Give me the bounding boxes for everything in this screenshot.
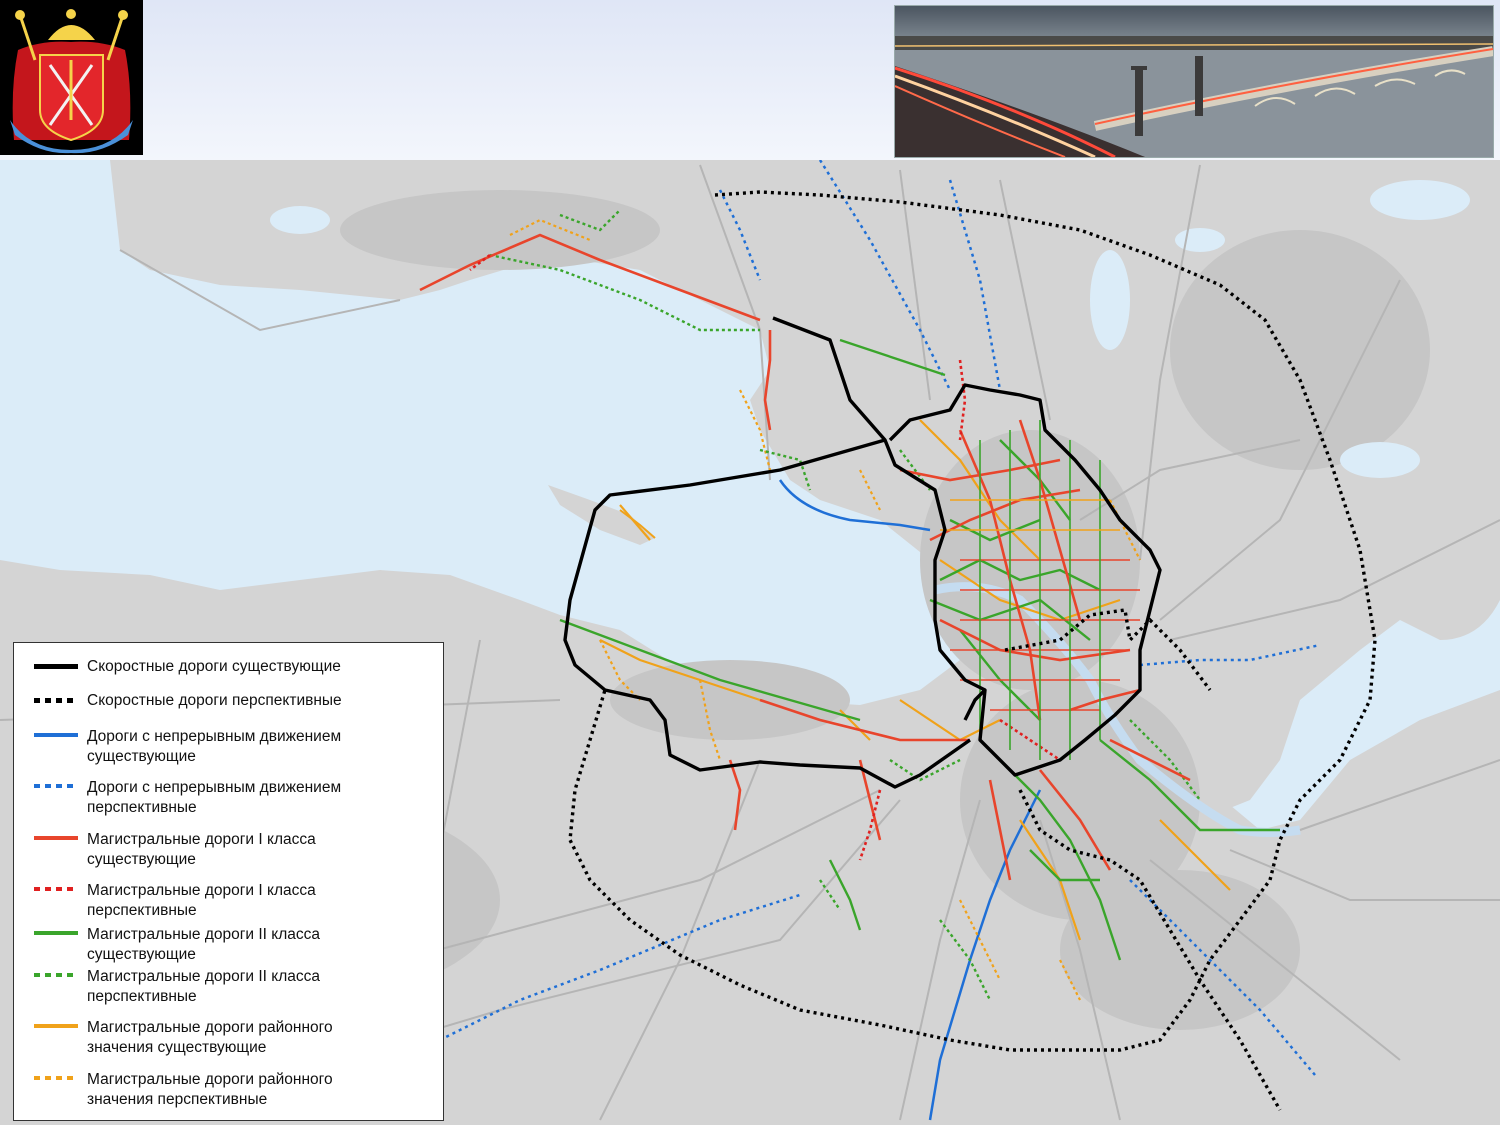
legend-label: Магистральные дороги I класса существующ…: [87, 831, 316, 868]
legend-swatch: [34, 733, 78, 737]
legend-label: Магистральные дороги II класса перспекти…: [87, 968, 321, 1005]
legend-label: Магистральные дороги II класса существую…: [87, 926, 321, 963]
legend-label: Дороги с непрерывным движением существую…: [87, 728, 342, 765]
map-legend: Скоростные дороги существующие Скоростные…: [13, 642, 444, 1121]
legend-label: Дороги с непрерывным движением перспекти…: [87, 779, 342, 816]
bridge-photo: [894, 5, 1494, 158]
legend-swatch: [34, 973, 78, 977]
legend-swatch: [34, 1076, 78, 1080]
legend-label: Магистральные дороги I класса перспектив…: [87, 882, 316, 919]
legend-label: Скоростные дороги перспективные: [87, 692, 342, 709]
legend-swatch: [34, 887, 78, 891]
legend-label: Магистральные дороги районного значения …: [87, 1019, 333, 1056]
coat-of-arms-logo: [0, 0, 143, 155]
legend-swatch: [34, 836, 78, 840]
legend-swatch: [34, 784, 78, 788]
legend-swatch: [34, 1024, 78, 1028]
header-banner: [0, 0, 1500, 160]
legend-swatch: [34, 664, 78, 669]
legend-label: Магистральные дороги районного значения …: [87, 1071, 333, 1108]
legend-swatch: [34, 698, 78, 703]
legend-label: Скоростные дороги существующие: [87, 658, 341, 675]
legend-swatch: [34, 931, 78, 935]
